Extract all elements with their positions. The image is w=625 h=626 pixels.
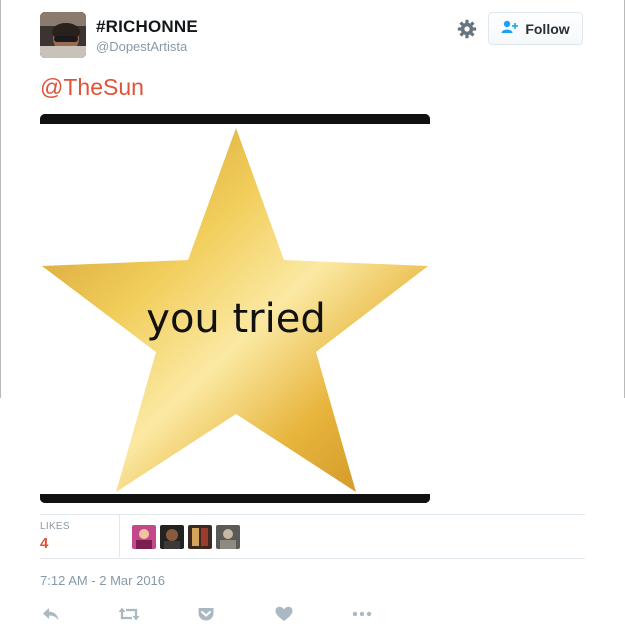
follow-button[interactable]: Follow bbox=[488, 12, 583, 45]
divider-vertical bbox=[119, 515, 120, 557]
retweet-icon[interactable] bbox=[118, 603, 140, 625]
mention-link[interactable]: @TheSun bbox=[40, 74, 144, 101]
liker-avatar[interactable] bbox=[132, 525, 156, 549]
divider bbox=[40, 558, 585, 559]
divider bbox=[40, 514, 585, 515]
window-frame-left bbox=[0, 0, 1, 398]
tweet-actions bbox=[40, 600, 440, 626]
gear-icon[interactable] bbox=[455, 17, 479, 41]
likes-count[interactable]: 4 bbox=[40, 535, 48, 552]
liker-avatars bbox=[132, 525, 240, 549]
pocket-icon[interactable] bbox=[195, 603, 217, 625]
likes-label: LIKES bbox=[40, 521, 70, 532]
follow-button-label: Follow bbox=[525, 20, 570, 37]
user-avatar[interactable] bbox=[40, 12, 86, 58]
add-user-icon bbox=[501, 20, 519, 37]
more-icon[interactable] bbox=[351, 603, 373, 625]
user-display-name[interactable]: #RICHONNE bbox=[96, 17, 198, 37]
like-heart-icon[interactable] bbox=[273, 603, 295, 625]
liker-avatar[interactable] bbox=[188, 525, 212, 549]
liker-avatar[interactable] bbox=[216, 525, 240, 549]
tweet-media-image[interactable]: you tried bbox=[40, 114, 430, 503]
user-handle[interactable]: @DopestArtista bbox=[96, 39, 187, 54]
liker-avatar[interactable] bbox=[160, 525, 184, 549]
meme-caption: you tried bbox=[146, 296, 325, 342]
reply-icon[interactable] bbox=[40, 603, 62, 625]
tweet-timestamp[interactable]: 7:12 AM - 2 Mar 2016 bbox=[40, 573, 165, 588]
